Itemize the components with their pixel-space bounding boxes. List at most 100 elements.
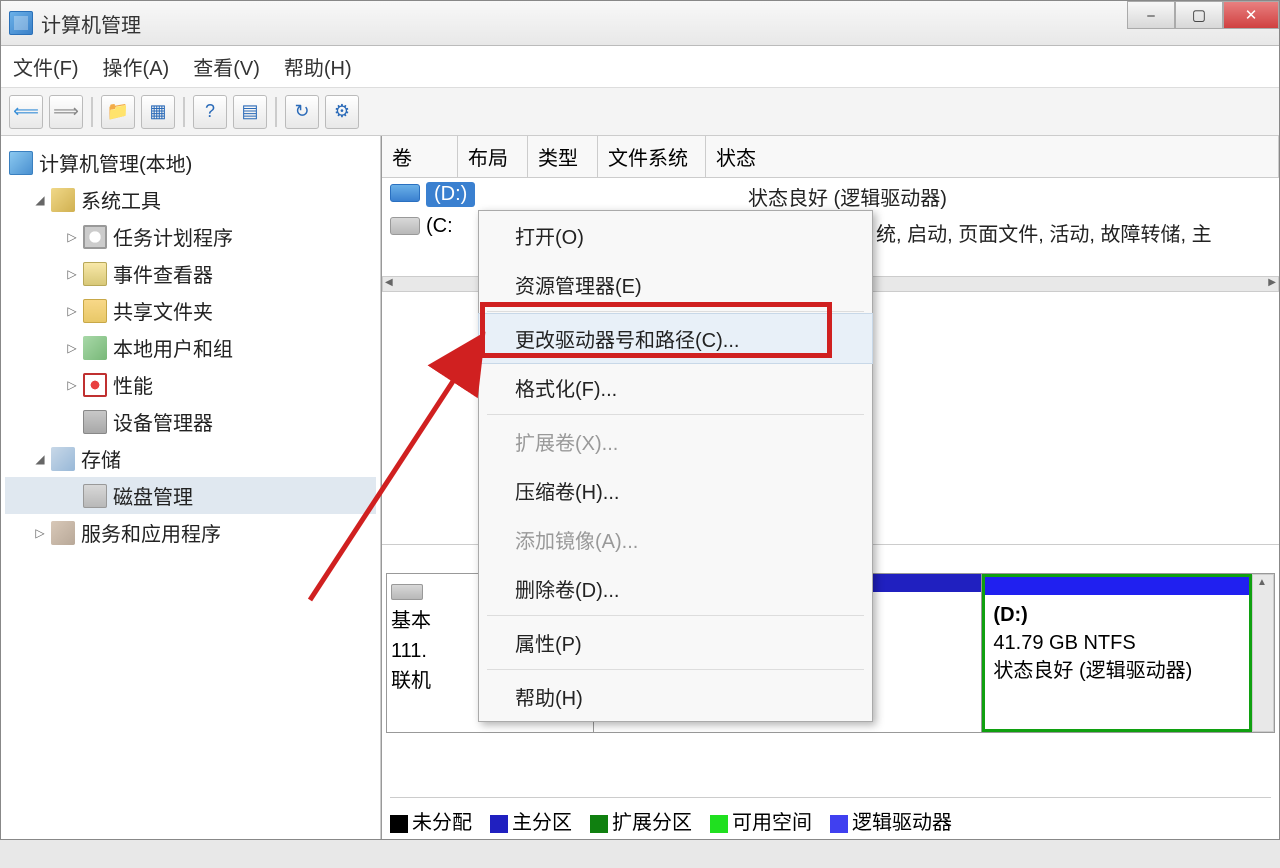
legend-logical: 逻辑驱动器 — [852, 812, 952, 834]
partition-d-header — [985, 577, 1249, 595]
partition-d-status: 状态良好 (逻辑驱动器) — [993, 657, 1241, 685]
legend-extended: 扩展分区 — [612, 812, 692, 834]
collapse-icon[interactable]: ◢ — [33, 452, 47, 466]
tree-event-viewer[interactable]: ▷事件查看器 — [5, 255, 376, 292]
ctx-separator — [487, 669, 864, 670]
tree-system-tools[interactable]: ◢ 系统工具 — [5, 181, 376, 218]
row-d-status-tail: 状态良好 (逻辑驱动器) — [748, 182, 947, 211]
legend-extended-swatch — [590, 815, 608, 833]
tree-device-label: 设备管理器 — [113, 407, 213, 436]
up-folder-icon[interactable]: 📁 — [101, 95, 135, 129]
legend-unallocated-swatch — [390, 815, 408, 833]
refresh-icon[interactable]: ↻ — [285, 95, 319, 129]
ctx-format[interactable]: 格式化(F)... — [479, 363, 872, 412]
tree-users-label: 本地用户和组 — [113, 333, 233, 362]
ctx-open[interactable]: 打开(O) — [479, 211, 872, 260]
settings-icon[interactable]: ⚙ — [325, 95, 359, 129]
panel-icon[interactable]: ▦ — [141, 95, 175, 129]
event-icon — [83, 262, 107, 286]
ctx-separator — [487, 311, 864, 312]
performance-icon — [83, 373, 107, 397]
ctx-help[interactable]: 帮助(H) — [479, 672, 872, 721]
expand-icon — [65, 415, 79, 429]
device-icon — [83, 410, 107, 434]
services-icon — [51, 521, 75, 545]
menu-action[interactable]: 操作(A) — [103, 52, 170, 81]
disk-icon — [83, 484, 107, 508]
menu-file[interactable]: 文件(F) — [13, 52, 79, 81]
menu-view[interactable]: 查看(V) — [193, 52, 260, 81]
menu-help[interactable]: 帮助(H) — [284, 52, 352, 81]
expand-icon[interactable]: ▷ — [65, 267, 79, 281]
tree-performance[interactable]: ▷性能 — [5, 366, 376, 403]
legend-primary: 主分区 — [512, 812, 572, 834]
col-filesystem[interactable]: 文件系统 — [598, 136, 706, 177]
tree-disk-label: 磁盘管理 — [113, 481, 193, 510]
ctx-properties[interactable]: 属性(P) — [479, 618, 872, 667]
tree-share-label: 共享文件夹 — [113, 296, 213, 325]
maximize-button[interactable]: ▢ — [1175, 1, 1223, 29]
col-status[interactable]: 状态 — [706, 136, 1279, 177]
col-type[interactable]: 类型 — [528, 136, 598, 177]
vertical-scrollbar[interactable] — [1252, 574, 1274, 732]
toolbar-separator — [91, 97, 93, 127]
ctx-separator — [487, 615, 864, 616]
minimize-button[interactable]: ⎯ — [1127, 1, 1175, 29]
row-c-status-tail: 统, 启动, 页面文件, 活动, 故障转储, 主 — [876, 218, 1212, 247]
menu-bar: 文件(F) 操作(A) 查看(V) 帮助(H) — [1, 46, 1279, 88]
partition-d[interactable]: (D:) 41.79 GB NTFS 状态良好 (逻辑驱动器) — [982, 574, 1252, 732]
expand-icon[interactable]: ▷ — [33, 526, 47, 540]
close-button[interactable]: ✕ — [1223, 1, 1279, 29]
ctx-explorer[interactable]: 资源管理器(E) — [479, 260, 872, 309]
col-layout[interactable]: 布局 — [458, 136, 528, 177]
expand-icon[interactable]: ▷ — [65, 230, 79, 244]
col-volume[interactable]: 卷 — [382, 136, 458, 177]
tree-systools-label: 系统工具 — [81, 185, 161, 214]
collapse-icon[interactable]: ◢ — [33, 193, 47, 207]
toolbar-separator — [275, 97, 277, 127]
window-title: 计算机管理 — [41, 9, 141, 38]
legend-logical-swatch — [830, 815, 848, 833]
ctx-extend: 扩展卷(X)... — [479, 417, 872, 466]
expand-icon[interactable]: ▷ — [65, 378, 79, 392]
ctx-delete[interactable]: 删除卷(D)... — [479, 564, 872, 613]
tree-storage[interactable]: ◢ 存储 — [5, 440, 376, 477]
legend-free-swatch — [710, 815, 728, 833]
navigation-tree[interactable]: 计算机管理(本地) ◢ 系统工具 ▷ 任务计划程序 ▷事件查看器 ▷ 共享文件夹 ▷ 本… — [1, 136, 381, 839]
clock-icon — [83, 225, 107, 249]
volume-row-d[interactable]: (D:) 状态良好 (逻辑驱动器) — [382, 178, 1279, 211]
tree-root-label: 计算机管理(本地) — [39, 148, 192, 177]
ctx-shrink[interactable]: 压缩卷(H)... — [479, 466, 872, 515]
ctx-change-drive-letter[interactable]: 更改驱动器号和路径(C)... — [478, 313, 873, 364]
disk-legend: 未分配 主分区 扩展分区 可用空间 逻辑驱动器 — [390, 797, 1271, 835]
tree-sched-label: 任务计划程序 — [113, 222, 233, 251]
disk-icon — [391, 584, 423, 600]
ctx-separator — [487, 414, 864, 415]
title-bar[interactable]: 计算机管理 ⎯ ▢ ✕ — [1, 1, 1279, 46]
app-icon — [9, 11, 33, 35]
tree-storage-label: 存储 — [81, 444, 121, 473]
volume-d-label: (D:) — [426, 182, 475, 207]
tree-task-scheduler[interactable]: ▷ 任务计划程序 — [5, 218, 376, 255]
legend-unallocated: 未分配 — [412, 812, 472, 834]
detail-icon[interactable]: ▤ — [233, 95, 267, 129]
volume-icon — [390, 217, 420, 235]
forward-button[interactable]: ⟹ — [49, 95, 83, 129]
back-button[interactable]: ⟸ — [9, 95, 43, 129]
tools-icon — [51, 188, 75, 212]
tree-services-apps[interactable]: ▷服务和应用程序 — [5, 514, 376, 551]
expand-icon[interactable]: ▷ — [65, 341, 79, 355]
tree-disk-management[interactable]: 磁盘管理 — [5, 477, 376, 514]
tree-local-users[interactable]: ▷ 本地用户和组 — [5, 329, 376, 366]
tree-device-manager[interactable]: 设备管理器 — [5, 403, 376, 440]
context-menu: 打开(O) 资源管理器(E) 更改驱动器号和路径(C)... 格式化(F)...… — [478, 210, 873, 722]
volume-icon — [390, 184, 420, 202]
partition-d-label: (D:) — [993, 601, 1241, 629]
tree-root[interactable]: 计算机管理(本地) — [5, 144, 376, 181]
ctx-add-mirror: 添加镜像(A)... — [479, 515, 872, 564]
legend-free: 可用空间 — [732, 812, 812, 834]
expand-icon[interactable]: ▷ — [65, 304, 79, 318]
tree-shared-folders[interactable]: ▷ 共享文件夹 — [5, 292, 376, 329]
share-icon — [83, 299, 107, 323]
help-icon[interactable]: ? — [193, 95, 227, 129]
